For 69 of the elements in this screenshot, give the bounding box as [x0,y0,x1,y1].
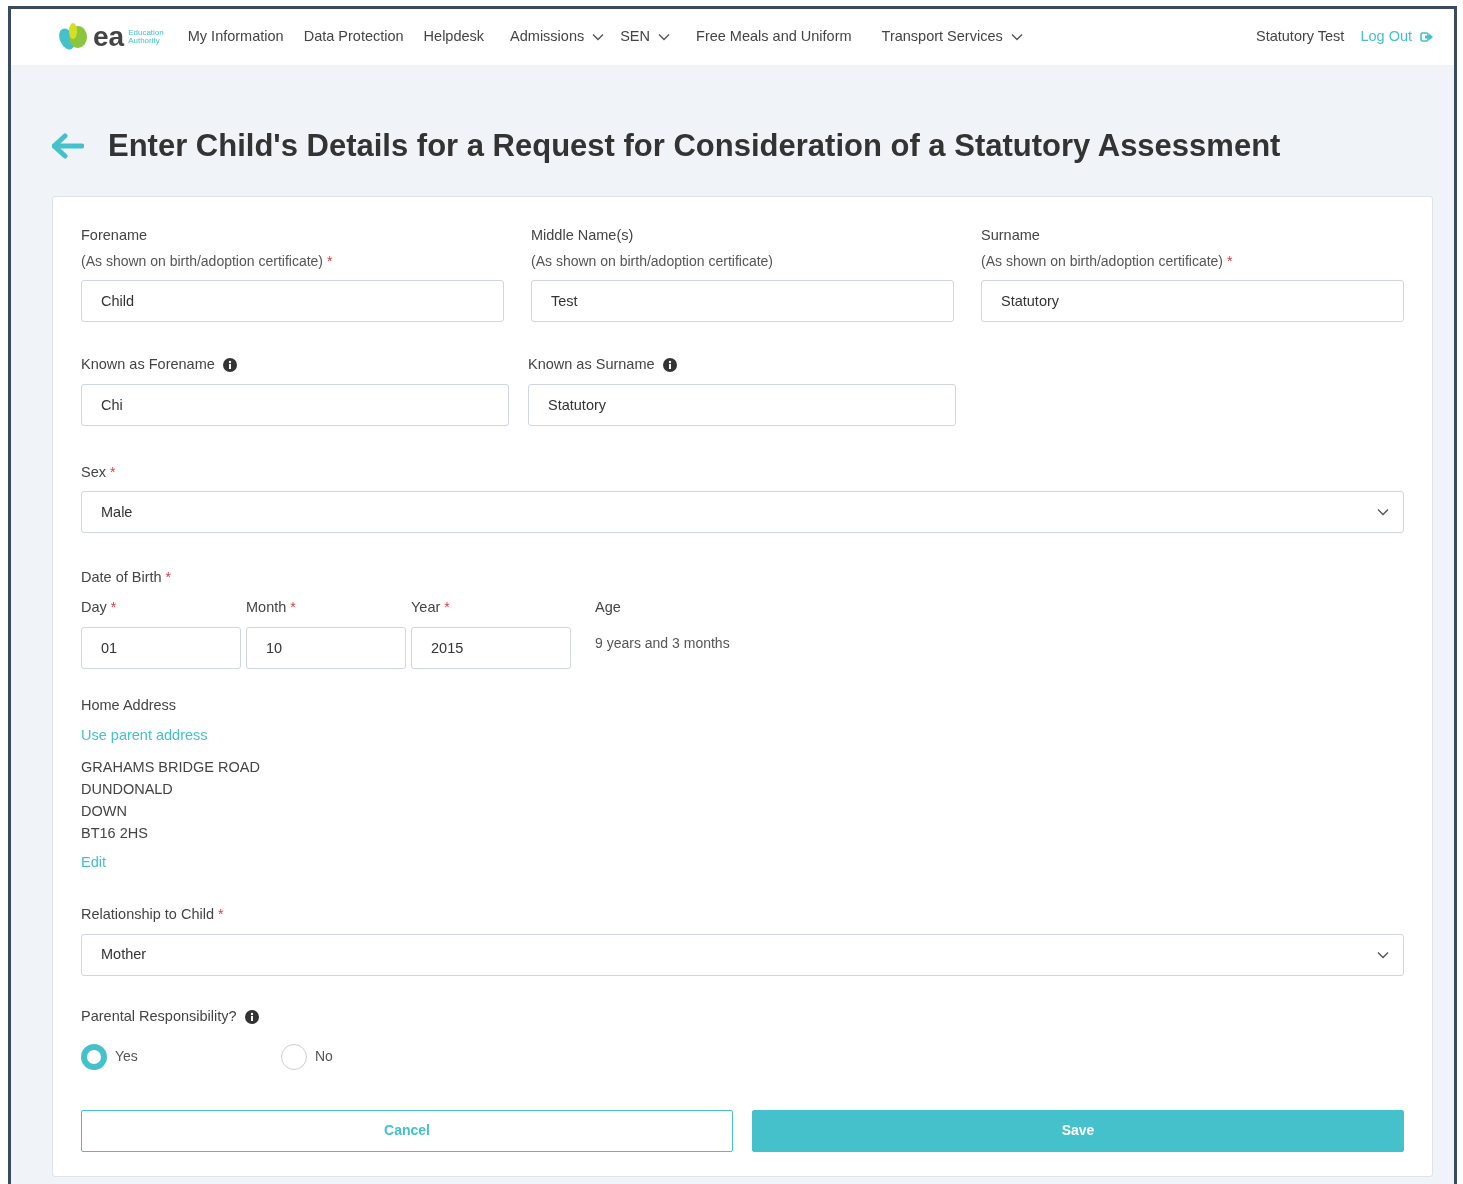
field-label: Relationship to Child [81,905,214,925]
field-label: Middle Name(s) [531,226,635,246]
required-asterisk: * [327,251,333,271]
field-label: Forename [81,226,149,246]
text-input[interactable]: Child [81,279,504,322]
age-value: 9 years and 3 months [595,633,730,653]
field-label: Known as Forename [81,354,215,374]
info-icon [244,1009,259,1024]
chevron-down-icon [592,33,605,41]
required-asterisk: * [444,598,450,618]
radio-option[interactable]: No [281,1043,481,1070]
address-line: DUNDONALD [81,780,174,800]
text-input[interactable]: Test [531,279,954,322]
chevron-down-icon [1377,508,1389,517]
field-label: Known as Surname [528,354,655,374]
chevron-down-icon [658,33,671,41]
logo-text: ea [93,23,125,51]
required-asterisk: * [1227,251,1233,271]
select-value: Male [101,502,133,522]
field-label: Year [411,598,441,618]
radio-button[interactable] [81,1043,107,1070]
field-label: Sex [81,462,106,482]
address-line: BT16 2HS [81,824,149,844]
field-label: Age [595,598,622,618]
select-value: Mother [101,945,147,965]
radio-label: No [315,1047,333,1067]
required-asterisk: * [110,598,117,618]
nav-link[interactable]: Data Protection [303,26,404,48]
radio-option[interactable]: Yes [81,1043,281,1070]
field-hint: (As shown on birth/adoption certificate) [81,251,323,271]
field-label: Month [246,598,287,618]
text-input[interactable]: 2015 [411,626,571,669]
select-dropdown[interactable]: Mother [81,933,1404,976]
nav-link[interactable]: Transport Services [881,26,1023,48]
text-input[interactable]: 10 [246,626,406,669]
required-asterisk: * [290,598,296,618]
logo-caption: Authority [128,37,161,45]
logout-icon [1420,31,1434,43]
field-label: Home Address [81,695,178,715]
field-label: Surname [981,226,1041,246]
chevron-down-icon [1377,950,1389,959]
info-icon [222,357,237,372]
nav-link[interactable]: SEN [620,26,671,48]
address-line: GRAHAMS BRIDGE ROAD [81,758,261,778]
address-line: DOWN [81,802,128,822]
field-label: Date of Birth [81,568,162,588]
select-dropdown[interactable]: Male [81,491,1404,534]
nav-link[interactable]: My Information [187,26,284,48]
user-name: Statutory Test [1256,27,1345,47]
field-hint: (As shown on birth/adoption certificate) [531,251,773,271]
field-label: Day [81,598,107,618]
back-arrow-icon[interactable] [52,132,84,159]
required-asterisk: * [165,568,172,588]
nav-link[interactable]: Helpdesk [423,26,485,48]
text-input[interactable]: Chi [81,383,509,426]
nav-link[interactable]: Admissions [510,26,605,48]
nav-link[interactable]: Free Meals and Uniform [696,26,852,48]
field-hint: (As shown on birth/adoption certificate) [981,251,1223,271]
text-input[interactable]: 01 [81,626,241,669]
required-asterisk: * [218,905,224,925]
page-title: Enter Child's Details for a Request for Consideration of a Statutory Assessment [108,127,1281,165]
radio-label: Yes [115,1047,138,1067]
required-asterisk: * [110,462,116,482]
text-input[interactable]: Statutory [528,383,956,426]
info-icon [662,357,677,372]
logo-caption: Education [128,29,164,37]
chevron-down-icon [1010,33,1023,41]
field-label: Parental Responsibility? [81,1006,237,1026]
text-input[interactable]: Statutory [981,279,1404,322]
